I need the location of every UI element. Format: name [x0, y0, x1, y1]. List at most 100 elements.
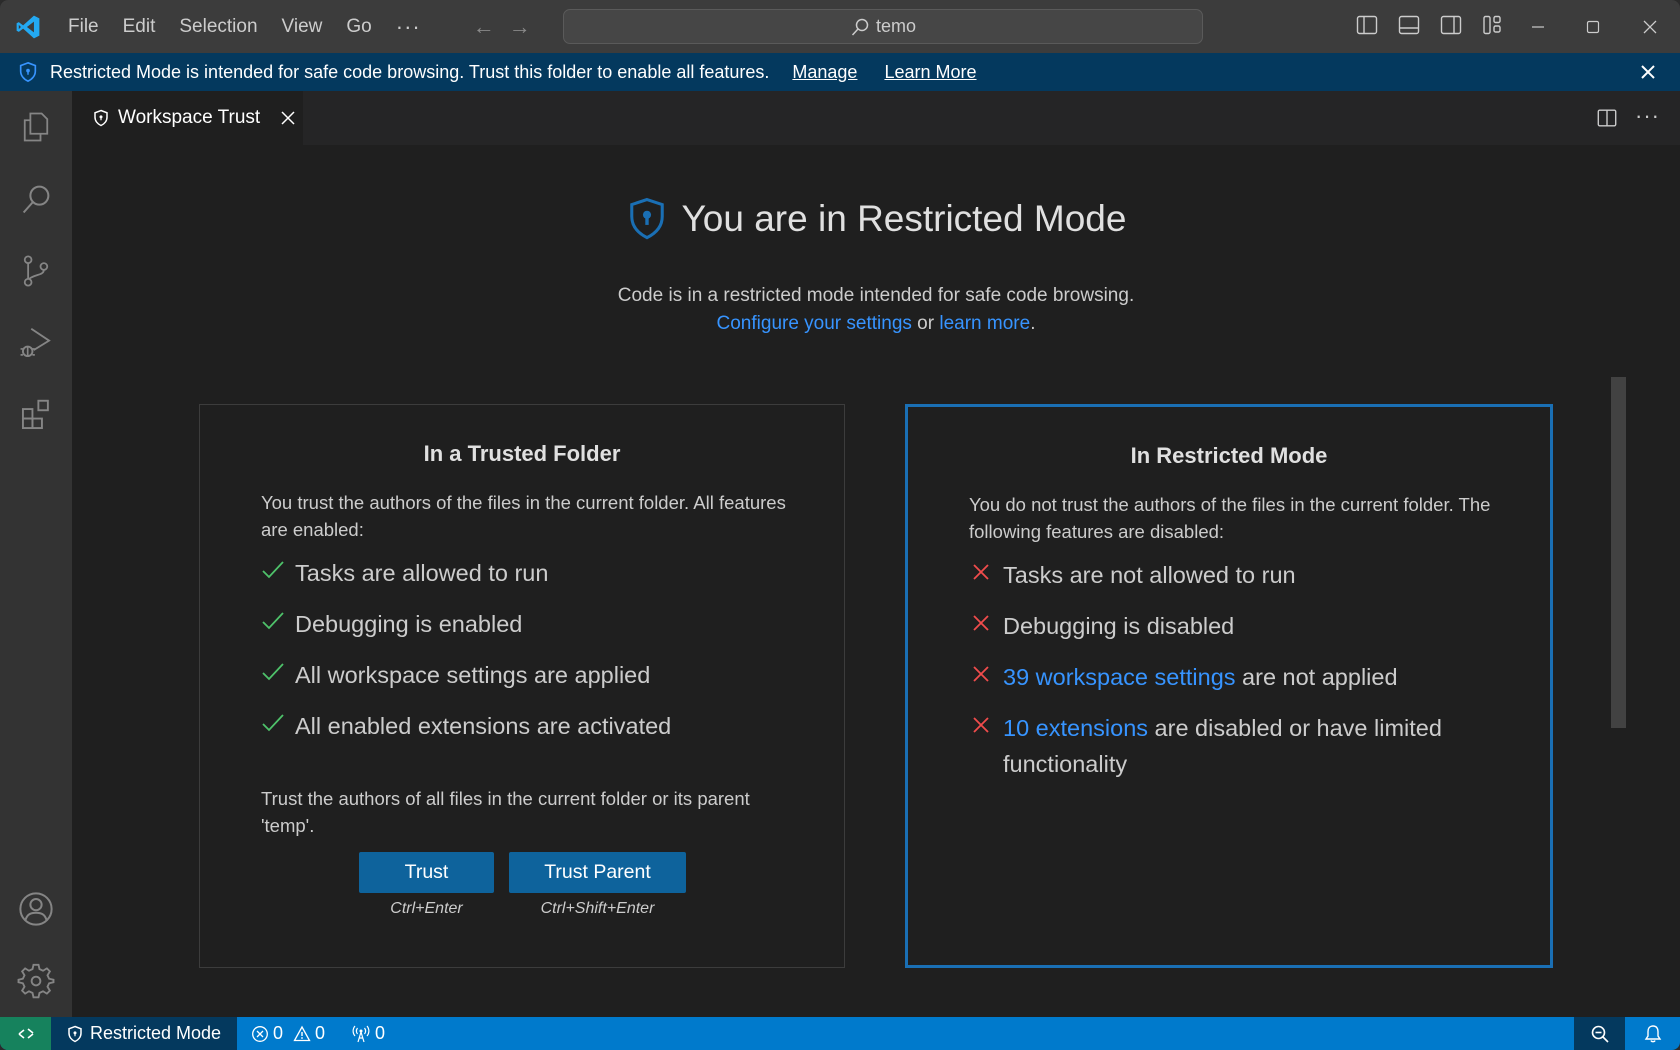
ports-status[interactable]: 0	[351, 1023, 385, 1044]
editor-tab-bar: Workspace Trust ···	[72, 91, 1680, 145]
gear-icon	[17, 963, 55, 999]
vscode-window: File Edit Selection View Go ··· ← → temo	[0, 0, 1680, 1050]
zoom-out-icon	[1591, 1025, 1609, 1043]
restricted-feature-item: 39 workspace settings are not applied	[969, 659, 1493, 695]
page-subtitle: Code is in a restricted mode intended fo…	[72, 282, 1680, 338]
minimize-icon	[1532, 25, 1544, 28]
account-icon	[19, 892, 53, 926]
trust-parent-button[interactable]: Trust Parent	[509, 852, 686, 893]
menu-more-button[interactable]: ···	[384, 10, 433, 44]
subtitle-text: Code is in a restricted mode intended fo…	[617, 285, 1135, 306]
trusted-folder-card: In a Trusted Folder You trust the author…	[199, 404, 845, 968]
activity-search[interactable]	[0, 163, 72, 235]
restricted-feature-item: 10 extensions are disabled or have limit…	[969, 710, 1493, 782]
shield-icon	[94, 109, 108, 127]
remote-icon	[18, 1027, 33, 1039]
problems-status[interactable]: 0 0	[251, 1023, 325, 1044]
restricted-feature-item: Tasks are not allowed to run	[969, 557, 1493, 593]
check-icon	[262, 561, 284, 579]
title-bar: File Edit Selection View Go ··· ← → temo	[0, 0, 1680, 53]
error-count: 0	[273, 1023, 284, 1043]
cross-icon	[973, 666, 989, 682]
restricted-mode-card: In Restricted Mode You do not trust the …	[905, 404, 1553, 968]
menu-edit[interactable]: Edit	[111, 10, 168, 44]
trust-parent-shortcut: Ctrl+Shift+Enter	[540, 900, 655, 917]
toggle-panel-icon[interactable]	[1397, 13, 1421, 37]
page-title: You are in Restricted Mode	[681, 198, 1127, 239]
command-center-search[interactable]: temo	[563, 9, 1203, 44]
cross-icon	[973, 717, 989, 733]
menu-bar: File Edit Selection View Go ···	[56, 0, 433, 53]
menu-file[interactable]: File	[56, 10, 111, 44]
toggle-primary-sidebar-icon[interactable]	[1355, 13, 1379, 37]
warning-count: 0	[315, 1023, 326, 1043]
trust-shortcut: Ctrl+Enter	[390, 900, 463, 917]
minimize-button[interactable]	[1510, 0, 1566, 53]
activity-bar	[0, 91, 72, 1017]
more-actions-button[interactable]: ···	[1635, 103, 1660, 129]
trust-note: Trust the authors of all files in the cu…	[261, 788, 750, 836]
activity-explorer[interactable]	[0, 91, 72, 163]
trusted-feature-item: All workspace settings are applied	[261, 657, 785, 693]
warning-icon	[293, 1025, 311, 1041]
broadcast-icon	[352, 1025, 370, 1042]
notifications-button[interactable]	[1625, 1017, 1680, 1050]
files-icon	[23, 112, 49, 142]
split-editor-icon[interactable]	[1596, 107, 1618, 129]
close-banner-icon[interactable]	[1640, 64, 1656, 80]
back-arrow-icon[interactable]: ←	[473, 14, 495, 40]
configure-settings-link[interactable]: Configure your settings	[717, 313, 912, 334]
trusted-feature-item: Tasks are allowed to run	[261, 555, 785, 591]
trusted-card-title: In a Trusted Folder	[423, 441, 621, 466]
restricted-mode-label: Restricted Mode	[90, 1023, 222, 1043]
vscode-logo-icon	[0, 0, 56, 53]
check-icon	[262, 663, 284, 681]
check-icon	[262, 612, 284, 630]
workspace-trust-editor: You are in Restricted Mode Code is in a …	[72, 145, 1680, 1017]
toggle-secondary-sidebar-icon[interactable]	[1439, 13, 1463, 37]
run-debug-icon	[20, 327, 51, 358]
menu-go[interactable]: Go	[334, 10, 383, 44]
activity-source-control[interactable]	[0, 235, 72, 307]
or-text: or	[911, 313, 940, 334]
close-icon	[1643, 20, 1657, 33]
maximize-button[interactable]	[1565, 0, 1621, 53]
tab-label: Workspace Trust	[118, 107, 261, 128]
restricted-card-title: In Restricted Mode	[1130, 443, 1328, 468]
close-tab-icon[interactable]	[280, 110, 296, 126]
page-heading: You are in Restricted Mode	[72, 197, 1680, 241]
shield-lock-icon	[629, 197, 664, 240]
tab-workspace-trust[interactable]: Workspace Trust	[72, 91, 303, 145]
source-control-icon	[23, 255, 49, 287]
learn-more-link[interactable]: learn more	[939, 313, 1030, 334]
error-icon	[252, 1025, 268, 1042]
check-icon	[262, 714, 284, 732]
extensions-link[interactable]: 10 extensions	[1003, 715, 1148, 741]
vertical-scrollbar-thumb[interactable]	[1611, 377, 1626, 728]
banner-message: Restricted Mode is intended for safe cod…	[50, 61, 770, 82]
forward-arrow-icon[interactable]: →	[509, 14, 531, 40]
manage-link[interactable]: Manage	[792, 62, 857, 83]
activity-run-debug[interactable]	[0, 307, 72, 379]
trusted-feature-item: All enabled extensions are activated	[261, 708, 785, 744]
trusted-card-description: You trust the authors of the files in th…	[261, 492, 786, 540]
shield-icon	[19, 61, 37, 83]
activity-manage[interactable]	[0, 945, 72, 1017]
restricted-mode-status[interactable]: Restricted Mode	[51, 1017, 237, 1050]
search-text: temo	[875, 16, 917, 36]
maximize-icon	[1586, 20, 1600, 33]
learn-more-link[interactable]: Learn More	[884, 62, 976, 83]
activity-extensions[interactable]	[0, 379, 72, 451]
zoom-out-indicator[interactable]	[1574, 1017, 1625, 1050]
remote-indicator[interactable]	[0, 1017, 51, 1050]
workspace-settings-link[interactable]: 39 workspace settings	[1003, 664, 1236, 690]
close-window-button[interactable]	[1622, 0, 1678, 53]
shield-icon	[68, 1025, 82, 1042]
trust-button[interactable]: Trust	[359, 852, 494, 893]
menu-selection[interactable]: Selection	[167, 10, 269, 44]
restricted-mode-banner: Restricted Mode is intended for safe cod…	[0, 53, 1680, 91]
customize-layout-icon[interactable]	[1481, 13, 1505, 37]
restricted-feature-item: Debugging is disabled	[969, 608, 1493, 644]
activity-accounts[interactable]	[0, 873, 72, 945]
menu-view[interactable]: View	[270, 10, 335, 44]
